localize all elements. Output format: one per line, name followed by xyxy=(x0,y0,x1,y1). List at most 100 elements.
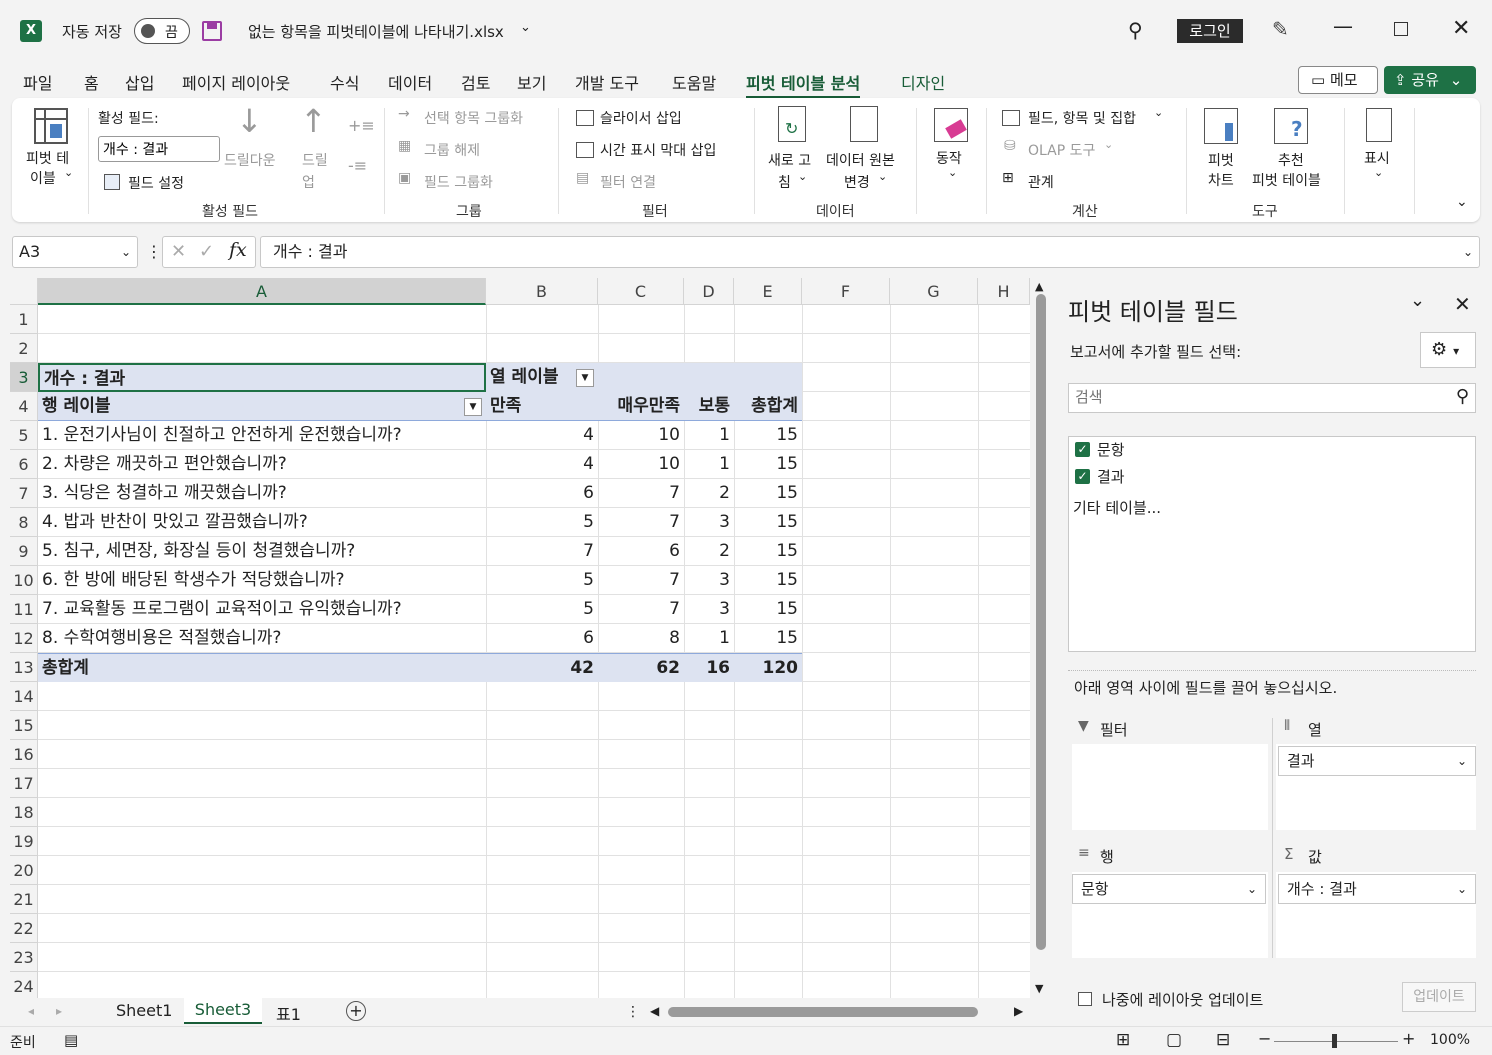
zoom-level[interactable]: 100% xyxy=(1430,1032,1470,1048)
slicer-icon[interactable] xyxy=(576,110,594,126)
row-header[interactable]: 11 xyxy=(10,595,38,624)
pivot-value-cell[interactable]: 5 xyxy=(486,566,598,595)
pivot-row-label[interactable]: 8. 수학여행비용은 적절했습니까? xyxy=(38,624,486,653)
row-header[interactable]: 5 xyxy=(10,421,38,450)
autosave-toggle[interactable]: 끔 xyxy=(134,18,190,44)
field-item-munhang[interactable]: 문항 xyxy=(1097,439,1125,460)
scroll-down-icon[interactable]: ▼ xyxy=(1035,982,1043,995)
login-button[interactable]: 로그인 xyxy=(1177,19,1243,43)
row-header[interactable]: 20 xyxy=(10,856,38,885)
row-header[interactable]: 10 xyxy=(10,566,38,595)
pivot-row-label[interactable]: 6. 한 방에 배당된 학생수가 적당했습니까? xyxy=(38,566,486,595)
scroll-left-icon[interactable]: ◀ xyxy=(650,1004,659,1018)
pivot-row-label[interactable]: 3. 식당은 청결하고 깨끗했습니까? xyxy=(38,479,486,508)
column-header[interactable]: B xyxy=(486,278,598,305)
pivot-chart-label-2[interactable]: 차트 xyxy=(1208,170,1234,190)
pivot-value-cell[interactable]: 5 xyxy=(486,595,598,624)
tab-file[interactable]: 파일 xyxy=(23,70,52,94)
expand-formula-icon[interactable]: ⌄ xyxy=(1463,237,1473,267)
column-header[interactable]: G xyxy=(890,278,978,305)
row-header[interactable]: 22 xyxy=(10,914,38,943)
enter-icon[interactable]: ✓ xyxy=(199,241,214,262)
row-header[interactable]: 24 xyxy=(10,972,38,998)
relationships-button[interactable]: 관계 xyxy=(1028,172,1054,192)
pivot-value-cell[interactable]: 3 xyxy=(684,595,734,624)
pivot-col-header[interactable]: 총합계 xyxy=(734,392,802,421)
pivot-table-label-2[interactable]: 이블 xyxy=(30,168,56,188)
pivot-value-cell[interactable]: 3 xyxy=(684,508,734,537)
more-tables-link[interactable]: 기타 테이블... xyxy=(1073,497,1161,518)
pivot-value-cell[interactable]: 10 xyxy=(598,421,684,450)
values-field-dropdown[interactable]: 개수 : 결과 ⌄ xyxy=(1278,874,1476,904)
field-settings-icon[interactable] xyxy=(104,174,120,190)
field-search-box[interactable]: ⚲ xyxy=(1068,383,1476,413)
pivot-col-header[interactable]: 보통 xyxy=(684,392,734,421)
pivot-grand-total-cell[interactable]: 62 xyxy=(598,653,684,682)
pane-options-chevron-icon[interactable]: ⌄ xyxy=(1410,290,1425,311)
filename-chevron-icon[interactable]: ⌄ xyxy=(520,20,531,35)
pivot-value-cell[interactable]: 4 xyxy=(486,450,598,479)
pivot-grand-total-cell[interactable]: 42 xyxy=(486,653,598,682)
row-header[interactable]: 2 xyxy=(10,334,38,363)
tab-help[interactable]: 도움말 xyxy=(672,70,716,94)
pivot-grand-total-cell[interactable]: 16 xyxy=(684,653,734,682)
row-header[interactable]: 21 xyxy=(10,885,38,914)
fields-items-sets-button[interactable]: 필드, 항목 및 집합 xyxy=(1028,108,1136,128)
column-header[interactable]: E xyxy=(734,278,802,305)
accessibility-icon[interactable]: ▤ xyxy=(64,1031,78,1049)
tab-insert[interactable]: 삽입 xyxy=(125,70,154,94)
pen-icon[interactable]: ✎ xyxy=(1272,17,1289,41)
next-sheet-icon[interactable]: ▸ xyxy=(56,1004,62,1018)
tab-data[interactable]: 데이터 xyxy=(388,70,432,94)
pivot-value-cell[interactable]: 15 xyxy=(734,537,802,566)
column-header[interactable]: H xyxy=(978,278,1030,305)
pivot-row-label[interactable]: 7. 교육활동 프로그램이 교육적이고 유익했습니까? xyxy=(38,595,486,624)
pivot-value-cell[interactable]: 10 xyxy=(598,450,684,479)
recommended-pivot-label-2[interactable]: 피벗 테이블 xyxy=(1252,170,1321,190)
actions-icon[interactable] xyxy=(934,108,968,142)
pivot-table-label[interactable]: 피벗 테 xyxy=(26,148,69,168)
row-header[interactable]: 8 xyxy=(10,508,38,537)
row-header[interactable]: 15 xyxy=(10,711,38,740)
show-icon[interactable] xyxy=(1366,108,1392,142)
pivot-value-cell[interactable]: 1 xyxy=(684,421,734,450)
pivot-value-cell[interactable]: 2 xyxy=(684,537,734,566)
page-layout-view-icon[interactable]: ▢ xyxy=(1166,1030,1182,1050)
pivot-chart-icon[interactable] xyxy=(1204,108,1238,144)
pivot-value-cell[interactable]: 15 xyxy=(734,595,802,624)
sheet-tab-sheet1[interactable]: Sheet1 xyxy=(116,1001,172,1020)
pivot-row-labels[interactable]: 행 레이블 xyxy=(38,392,486,421)
pivot-row-label[interactable]: 1. 운전기사님이 친절하고 안전하게 운전했습니까? xyxy=(38,421,486,450)
pivot-col-header[interactable]: 만족 xyxy=(486,392,598,421)
name-box[interactable]: A3 ⌄ xyxy=(12,236,138,268)
field-checkbox-result[interactable]: ✓ xyxy=(1075,469,1090,484)
tab-design[interactable]: 디자인 xyxy=(901,70,945,94)
tab-view[interactable]: 보기 xyxy=(517,70,546,94)
pane-settings-button[interactable]: ⚙ ▾ xyxy=(1420,332,1476,368)
pivot-value-cell[interactable]: 15 xyxy=(734,421,802,450)
row-header[interactable]: 14 xyxy=(10,682,38,711)
field-item-result[interactable]: 결과 xyxy=(1097,466,1125,487)
worksheet-grid[interactable]: A B C D E F G H 1 2 3 4 5 6 7 8 9 10 11 12 13 14 15 16 17 18 19 20 2… xyxy=(10,278,1030,998)
pivot-value-cell[interactable]: 1 xyxy=(684,624,734,653)
pivot-row-label[interactable]: 2. 차량은 깨끗하고 편안했습니까? xyxy=(38,450,486,479)
update-button[interactable]: 업데이트 xyxy=(1402,982,1476,1012)
close-icon[interactable]: ✕ xyxy=(1452,16,1470,41)
ribbon-collapse-icon[interactable]: ⌄ xyxy=(1456,194,1468,210)
column-header[interactable]: C xyxy=(598,278,684,305)
pivot-col-header[interactable]: 매우만족 xyxy=(598,392,684,421)
insert-function-icon[interactable]: fx xyxy=(229,239,247,261)
row-header[interactable]: 1 xyxy=(10,305,38,334)
tab-developer[interactable]: 개발 도구 xyxy=(575,70,639,94)
zoom-in-icon[interactable]: + xyxy=(1402,1029,1415,1048)
row-labels-filter-icon[interactable]: ▼ xyxy=(464,398,482,416)
minimize-icon[interactable]: — xyxy=(1333,14,1353,38)
rows-field-dropdown[interactable]: 문항 ⌄ xyxy=(1072,874,1266,904)
timeline-icon[interactable] xyxy=(576,142,594,158)
show-button[interactable]: 표시 xyxy=(1364,148,1390,168)
tab-home[interactable]: 홈 xyxy=(84,70,99,94)
pivot-table-icon[interactable] xyxy=(34,108,68,144)
recommended-pivot-button[interactable]: 추천 xyxy=(1278,150,1304,170)
pivot-value-cell[interactable]: 6 xyxy=(598,537,684,566)
pivot-row-label[interactable]: 5. 침구, 세면장, 화장실 등이 청결했습니까? xyxy=(38,537,486,566)
